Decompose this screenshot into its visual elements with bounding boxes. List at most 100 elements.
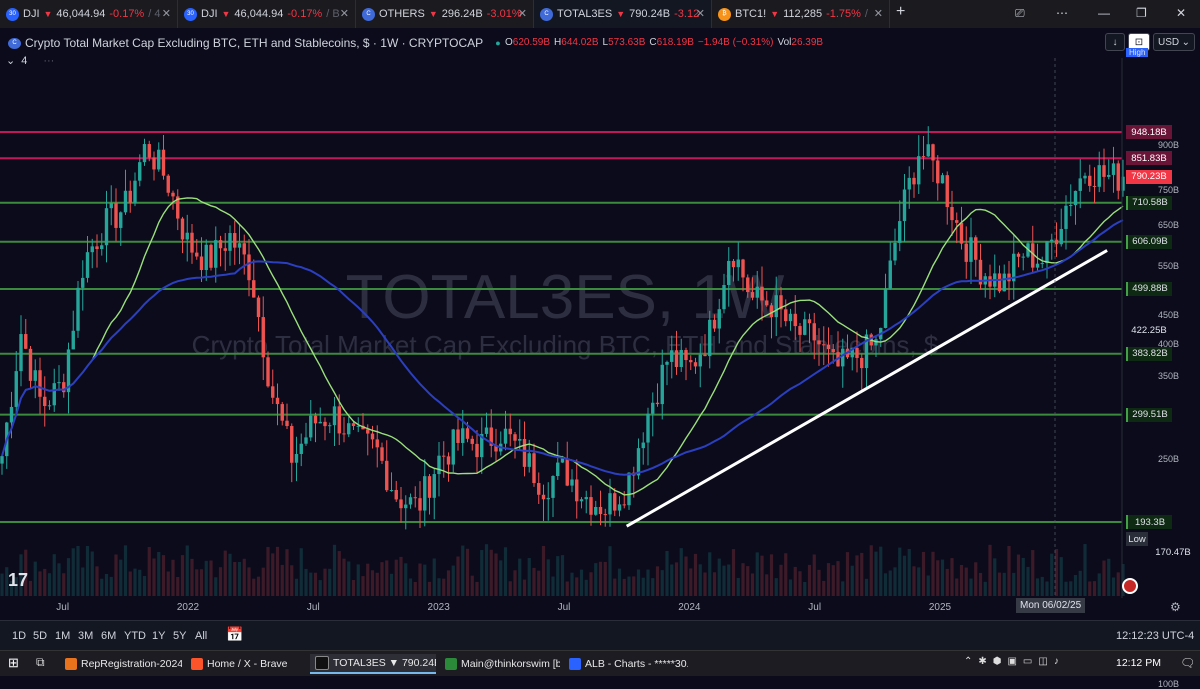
volume-bar bbox=[119, 559, 123, 596]
close-icon[interactable]: ✕ bbox=[874, 7, 883, 20]
tab-dji-2[interactable]: 30 DJI ▼ 46,044.94 -0.17% / B ✕ bbox=[178, 0, 356, 28]
price-level-tag[interactable]: 193.3B bbox=[1126, 515, 1172, 529]
candle-body bbox=[152, 157, 156, 170]
candle-body bbox=[532, 453, 536, 484]
restore-icon[interactable]: ❐ bbox=[1136, 6, 1147, 20]
volume-bar bbox=[779, 564, 783, 596]
volume-bar bbox=[898, 547, 902, 596]
candle-body bbox=[712, 319, 717, 329]
candle-body bbox=[584, 497, 588, 500]
close-icon[interactable]: ✕ bbox=[340, 7, 349, 20]
close-icon[interactable]: ✕ bbox=[696, 7, 705, 20]
price-level-tag[interactable]: 606.09B bbox=[1126, 234, 1172, 249]
taskbar-app-0[interactable]: RepRegistration-2024... bbox=[60, 654, 182, 674]
range-3m[interactable]: 3M bbox=[78, 630, 93, 642]
crypto-icon: C bbox=[362, 7, 375, 21]
candle-body bbox=[727, 260, 731, 286]
volume-bar bbox=[693, 553, 698, 596]
volume-bar bbox=[1073, 575, 1078, 596]
candle-body bbox=[1088, 175, 1092, 186]
tab-others[interactable]: C OTHERS ▼ 296.24B -3.01% ✕ bbox=[356, 0, 534, 28]
price-axis-tick: 750B bbox=[1158, 184, 1180, 195]
taskbar-app-4[interactable]: ALB - Charts - *****30... bbox=[564, 654, 688, 674]
price-level-tag[interactable]: 499.88B bbox=[1126, 281, 1172, 296]
volume-bar bbox=[784, 553, 788, 596]
candle-body bbox=[788, 313, 793, 322]
close-icon[interactable]: ✕ bbox=[518, 7, 527, 20]
windows-start-icon[interactable]: ⊞ bbox=[8, 655, 19, 671]
minimize-icon[interactable]: — bbox=[1098, 6, 1110, 20]
candle-body bbox=[556, 462, 560, 476]
range-1m[interactable]: 1M bbox=[55, 630, 70, 642]
taskbar-app-3[interactable]: Main@thinkorswim [b... bbox=[440, 654, 560, 674]
tab-price: 46,044.94 bbox=[234, 8, 284, 20]
close-window-icon[interactable]: ✕ bbox=[1176, 6, 1186, 20]
range-ytd[interactable]: YTD bbox=[124, 630, 146, 642]
more-icon[interactable]: ⋯ bbox=[1056, 6, 1068, 20]
price-level-tag[interactable]: 422.25B bbox=[1126, 323, 1172, 338]
price-level-tag[interactable]: 790.23B bbox=[1126, 169, 1172, 184]
candle-body bbox=[798, 326, 802, 335]
volume-bar bbox=[147, 547, 151, 596]
candle-body bbox=[1102, 165, 1106, 177]
price-chart[interactable] bbox=[0, 58, 1200, 598]
range-6m[interactable]: 6M bbox=[101, 630, 116, 642]
volume-bar bbox=[1083, 544, 1087, 596]
flag-icon[interactable] bbox=[1122, 578, 1138, 594]
tab-btc1[interactable]: ₿ BTC1! ▼ 112,285 -1.75% / ✕ bbox=[712, 0, 890, 28]
settings-icon[interactable]: ⚙ bbox=[1170, 600, 1181, 614]
currency-select[interactable]: USD ⌄ bbox=[1153, 33, 1195, 51]
tab-dji-1[interactable]: 30 DJI ▼ 46,044.94 -0.17% / 4 ✕ bbox=[0, 0, 178, 28]
volume-bar bbox=[798, 571, 802, 596]
price-level-tag[interactable]: 710.58B bbox=[1126, 195, 1172, 210]
candle-body bbox=[195, 252, 199, 257]
layout-icon[interactable]: ⎚ bbox=[1015, 6, 1025, 21]
volume-bar bbox=[546, 559, 550, 596]
crosshair-date-label: Mon 06/02/25 bbox=[1016, 598, 1086, 613]
volume-bar bbox=[1054, 548, 1059, 596]
volume-bar bbox=[518, 558, 522, 596]
volume-bar bbox=[489, 549, 493, 596]
candle-body bbox=[883, 288, 888, 328]
taskbar-app-label: Home / X - Brave bbox=[207, 658, 288, 670]
system-tray-icons[interactable]: ⌃✱⬢▣▭◫♪ bbox=[964, 656, 1065, 667]
download-icon[interactable]: ↓ bbox=[1105, 33, 1125, 51]
volume-bar bbox=[1059, 557, 1063, 596]
calendar-icon[interactable]: 📅 bbox=[226, 626, 243, 643]
volume-bar bbox=[1107, 558, 1111, 596]
volume-bar bbox=[641, 577, 645, 596]
volume-bar bbox=[893, 567, 897, 596]
candle-body bbox=[19, 334, 23, 372]
price-level-tag[interactable]: 299.51B bbox=[1126, 407, 1172, 422]
taskbar-app-2[interactable]: TOTAL3ES ▼ 790.24B ... bbox=[310, 654, 436, 674]
tab-price: 112,285 bbox=[783, 8, 823, 20]
candle-body bbox=[898, 221, 902, 243]
chevron-down-icon: ⌄ bbox=[1181, 36, 1190, 48]
candle-body bbox=[185, 232, 189, 240]
task-view-icon[interactable]: ⧉ bbox=[36, 655, 45, 670]
volume-bar bbox=[993, 558, 997, 596]
range-all[interactable]: All bbox=[195, 630, 207, 642]
symbol-title[interactable]: Crypto Total Market Cap Excluding BTC, E… bbox=[25, 36, 483, 50]
volume-bar bbox=[703, 572, 707, 596]
price-level-tag[interactable]: 948.18B bbox=[1126, 125, 1172, 139]
notifications-icon[interactable]: 🗨 bbox=[1180, 656, 1195, 670]
candle-body bbox=[280, 404, 284, 421]
range-1d[interactable]: 1D bbox=[12, 630, 26, 642]
candle-body bbox=[793, 313, 797, 327]
candle-body bbox=[955, 220, 959, 223]
price-level-tag[interactable]: 170.47B bbox=[1150, 545, 1196, 560]
tab-total3es[interactable]: C TOTAL3ES ▼ 790.24B -3.12 ✕ bbox=[534, 0, 712, 28]
range-5d[interactable]: 5D bbox=[33, 630, 47, 642]
tab-extra: / bbox=[864, 8, 868, 20]
candle-body bbox=[760, 286, 764, 301]
tab-symbol: DJI bbox=[201, 8, 218, 20]
new-tab-icon[interactable]: + bbox=[896, 3, 905, 21]
close-icon[interactable]: ✕ bbox=[162, 7, 171, 20]
candle-body bbox=[323, 421, 327, 427]
price-level-tag[interactable]: 851.83B bbox=[1126, 151, 1172, 166]
price-level-tag[interactable]: 383.82B bbox=[1126, 346, 1172, 361]
taskbar-app-1[interactable]: Home / X - Brave bbox=[186, 654, 306, 674]
range-5y[interactable]: 5Y bbox=[173, 630, 186, 642]
range-1y[interactable]: 1Y bbox=[152, 630, 165, 642]
